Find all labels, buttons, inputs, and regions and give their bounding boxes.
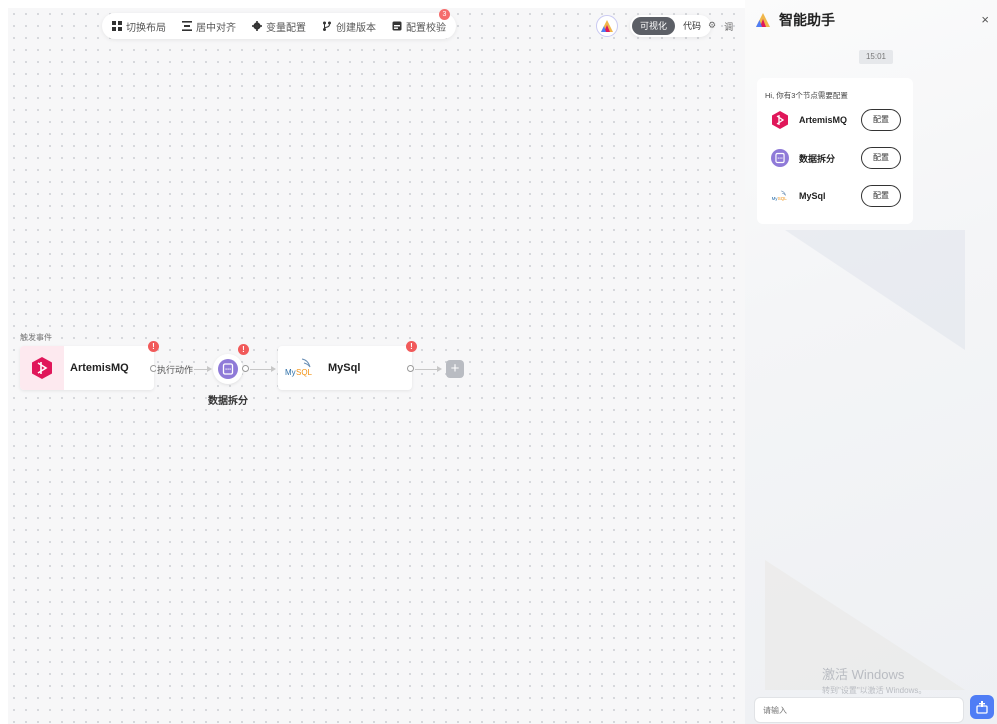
config-item-mysql: My SQL MySql 配置 xyxy=(771,185,901,207)
config-check-label: 配置校验 xyxy=(406,22,446,34)
configure-mysql-button[interactable]: 配置 xyxy=(861,185,901,207)
create-version-button[interactable]: 创建版本 xyxy=(322,19,376,34)
config-check-button[interactable]: 配置校验 3 xyxy=(392,8,450,34)
edge-line xyxy=(415,369,437,370)
mysql-error-icon: ! xyxy=(406,341,417,352)
right-tools: ⚙ 调 xyxy=(708,20,733,33)
canvas-toolbar: 切换布局 居中对齐 变量配置 创建版本 配置校验 3 xyxy=(102,8,456,39)
center-align-label: 居中对齐 xyxy=(196,22,236,34)
artemis-icon xyxy=(771,111,789,129)
layout-icon xyxy=(112,21,122,31)
tool-debug-label[interactable]: 调 xyxy=(724,20,733,33)
artemismq-node-label: ArtemisMQ xyxy=(70,362,129,374)
data-split-error-icon: ! xyxy=(238,344,249,355)
assistant-title: 智能助手 xyxy=(779,12,835,28)
config-item-label: MySql xyxy=(799,191,826,201)
mysql-node-label: MySql xyxy=(328,362,361,374)
assistant-logo-icon xyxy=(756,13,770,27)
error-count-badge: 3 xyxy=(439,8,450,20)
edge-line xyxy=(250,369,271,370)
svg-text:SQL: SQL xyxy=(296,368,313,377)
assistant-avatar-button[interactable] xyxy=(596,15,618,37)
mysql-icon: My SQL xyxy=(278,346,322,390)
panel-decoration xyxy=(785,230,965,350)
activation-watermark: 激活 Windows 转到"设置"以激活 Windows。 xyxy=(822,664,926,696)
svg-text:SQL: SQL xyxy=(778,196,788,201)
data-split-node-label: 数据拆分 xyxy=(208,396,248,407)
data-split-out-port[interactable] xyxy=(242,365,249,372)
visual-mode-tab[interactable]: 可视化 xyxy=(632,17,676,35)
branch-icon xyxy=(322,21,332,31)
watermark-subtitle: 转到"设置"以激活 Windows。 xyxy=(822,686,927,695)
assistant-message-card: Hi, 你有3个节点需要配置 ArtemisMQ 配置 数据拆分 配置 My SQ… xyxy=(757,78,913,224)
close-icon[interactable]: × xyxy=(981,12,989,27)
code-mode-tab[interactable]: 代码 xyxy=(675,17,709,35)
flow-canvas[interactable]: 切换布局 居中对齐 变量配置 创建版本 配置校验 3 可视化 代码 ⚙ 调 触发… xyxy=(8,8,745,724)
mysql-icon: My SQL xyxy=(771,187,789,205)
assistant-header: 智能助手 xyxy=(745,0,997,40)
tool-settings-icon[interactable]: ⚙ xyxy=(708,20,716,33)
gear-icon xyxy=(252,21,262,31)
data-split-node[interactable] xyxy=(213,354,243,384)
assistant-logo-icon xyxy=(601,20,613,32)
artemismq-node[interactable]: ArtemisMQ xyxy=(20,346,154,390)
check-icon xyxy=(392,21,402,31)
watermark-title: 激活 Windows xyxy=(822,667,905,682)
config-item-label: ArtemisMQ xyxy=(799,115,848,125)
mysql-out-port[interactable] xyxy=(407,365,414,372)
send-icon xyxy=(976,701,988,714)
artemis-icon xyxy=(20,346,64,390)
variable-config-button[interactable]: 变量配置 xyxy=(252,19,306,34)
config-item-label: 数据拆分 xyxy=(799,153,836,164)
svg-text:My: My xyxy=(285,368,296,377)
artemismq-error-icon: ! xyxy=(148,341,159,352)
edge-arrow-icon xyxy=(207,366,212,372)
configure-data-split-button[interactable]: 配置 xyxy=(861,147,901,169)
config-item-artemismq: ArtemisMQ 配置 xyxy=(771,109,901,131)
edge-line xyxy=(194,369,208,370)
send-button[interactable] xyxy=(970,695,994,719)
add-node-button[interactable]: + xyxy=(446,360,464,378)
config-item-data-split: 数据拆分 配置 xyxy=(771,147,901,169)
create-version-label: 创建版本 xyxy=(336,22,376,34)
message-timestamp: 15:01 xyxy=(859,50,893,64)
edge-arrow-icon xyxy=(437,366,442,372)
edge-arrow-icon xyxy=(271,366,276,372)
configure-artemismq-button[interactable]: 配置 xyxy=(861,109,901,131)
center-align-button[interactable]: 居中对齐 xyxy=(182,19,236,34)
align-center-icon xyxy=(182,21,192,31)
trigger-event-label: 触发事件 xyxy=(20,333,52,342)
assistant-panel: 智能助手 × 15:01 Hi, 你有3个节点需要配置 ArtemisMQ 配置… xyxy=(745,0,997,724)
chat-input[interactable] xyxy=(754,697,964,723)
view-mode-switch: 可视化 代码 xyxy=(630,15,712,37)
variable-config-label: 变量配置 xyxy=(266,22,306,34)
switch-layout-label: 切换布局 xyxy=(126,22,166,34)
edge-label-execute-action: 执行动作 xyxy=(156,363,195,376)
data-split-icon xyxy=(218,359,238,379)
mysql-node[interactable]: My SQL MySql xyxy=(278,346,412,390)
assistant-message-text: Hi, 你有3个节点需要配置 xyxy=(765,91,848,100)
data-split-icon xyxy=(771,149,789,167)
switch-layout-button[interactable]: 切换布局 xyxy=(112,19,166,34)
